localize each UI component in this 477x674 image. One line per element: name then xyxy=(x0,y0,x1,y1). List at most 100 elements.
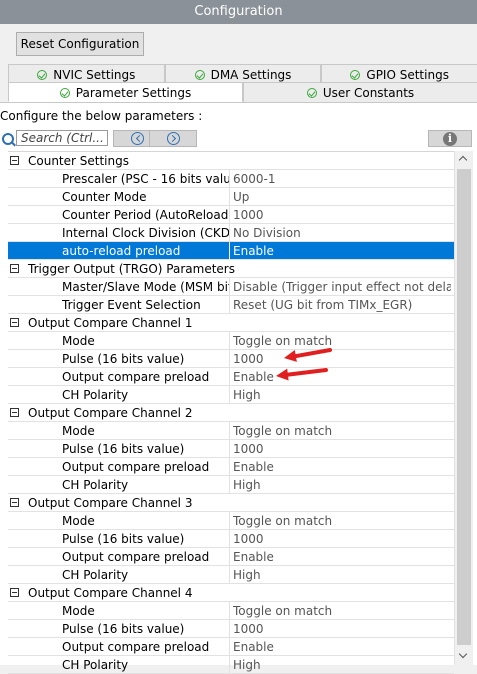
parameter-value[interactable]: High xyxy=(233,386,451,404)
table-row[interactable]: Prescaler (PSC - 16 bits value) 6000-1 xyxy=(8,170,454,188)
group-row[interactable]: Counter Settings xyxy=(8,152,454,170)
reset-configuration-button[interactable]: Reset Configuration xyxy=(16,32,144,56)
group-label: Output Compare Channel 4 xyxy=(28,586,193,600)
parameter-label: Mode xyxy=(8,512,230,530)
parameter-value[interactable]: High xyxy=(233,656,451,674)
parameter-label: CH Polarity xyxy=(8,476,230,494)
table-row[interactable]: Pulse (16 bits value) 1000 xyxy=(8,620,454,638)
parameter-value[interactable]: 1000 xyxy=(233,620,451,638)
group-row[interactable]: Output Compare Channel 2 xyxy=(8,404,454,422)
tab-nvic-settings[interactable]: NVIC Settings xyxy=(8,64,165,82)
parameter-value[interactable]: 1000 xyxy=(233,206,451,224)
info-button[interactable]: i xyxy=(428,130,472,147)
parameter-label: Mode xyxy=(8,422,230,440)
search-icon xyxy=(2,133,14,145)
table-row[interactable]: Trigger Event Selection Reset (UG bit fro… xyxy=(8,296,454,314)
parameter-value[interactable]: No Division xyxy=(233,224,451,242)
group-row[interactable]: Trigger Output (TRGO) Parameters xyxy=(8,260,454,278)
group-label: Output Compare Channel 1 xyxy=(28,316,193,330)
table-row[interactable]: Internal Clock Division (CKD) No Division xyxy=(8,224,454,242)
table-row[interactable]: CH Polarity High xyxy=(8,656,454,674)
red-arrow-head xyxy=(276,368,289,381)
group-label: Trigger Output (TRGO) Parameters xyxy=(28,262,235,276)
parameter-value[interactable]: Toggle on match xyxy=(233,602,451,620)
parameter-table: Counter Settings Prescaler (PSC - 16 bits… xyxy=(8,151,454,674)
parameter-label: Trigger Event Selection xyxy=(8,296,230,314)
parameter-value[interactable]: Enable xyxy=(233,242,451,260)
parameter-value[interactable]: Toggle on match xyxy=(233,512,451,530)
info-icon: i xyxy=(443,132,457,146)
tab-label: DMA Settings xyxy=(210,68,292,82)
table-row[interactable]: Counter Period (AutoReload Reg...1000 xyxy=(8,206,454,224)
search-next-button[interactable] xyxy=(149,130,197,147)
table-row[interactable]: Pulse (16 bits value) 1000 xyxy=(8,440,454,458)
parameter-value[interactable]: Enable xyxy=(233,638,451,656)
parameter-value[interactable]: Toggle on match xyxy=(233,332,451,350)
tab-user-constants[interactable]: User Constants xyxy=(243,82,477,102)
parameter-value[interactable]: High xyxy=(233,476,451,494)
group-row[interactable]: Output Compare Channel 4 xyxy=(8,584,454,602)
group-row[interactable]: Output Compare Channel 1 xyxy=(8,314,454,332)
parameter-value[interactable]: Toggle on match xyxy=(233,422,451,440)
check-circle-icon xyxy=(350,70,361,80)
tab-dma-settings[interactable]: DMA Settings xyxy=(164,64,322,82)
parameter-value[interactable]: 6000-1 xyxy=(233,170,451,188)
parameter-label: Mode xyxy=(8,332,230,350)
search-input[interactable] xyxy=(16,130,108,146)
parameter-value[interactable]: Reset (UG bit from TIMx_EGR) xyxy=(233,296,451,314)
parameter-label: Output compare preload xyxy=(8,368,230,386)
table-row[interactable]: Mode Toggle on match xyxy=(8,332,454,350)
tab-parameter-settings[interactable]: Parameter Settings xyxy=(8,82,243,102)
parameter-label: Mode xyxy=(8,602,230,620)
tab-label: GPIO Settings xyxy=(366,68,449,82)
parameter-panel: Configure the below parameters : i Count… xyxy=(0,102,477,674)
group-label: Output Compare Channel 2 xyxy=(28,406,193,420)
scroll-up-icon[interactable] xyxy=(455,151,473,167)
parameter-label: Pulse (16 bits value) xyxy=(8,350,230,368)
parameter-label: CH Polarity xyxy=(8,656,230,674)
table-row[interactable]: Output compare preload Enable xyxy=(8,638,454,656)
parameter-label: Output compare preload xyxy=(8,548,230,566)
chevron-right-icon xyxy=(167,132,180,145)
parameter-label: CH Polarity xyxy=(8,566,230,584)
scroll-thumb[interactable] xyxy=(457,169,471,645)
table-row[interactable]: auto-reload preload Enable xyxy=(8,242,454,260)
table-row[interactable]: Pulse (16 bits value) 1000 xyxy=(8,350,454,368)
table-row[interactable]: Output compare preload Enable xyxy=(8,368,454,386)
table-row[interactable]: Mode Toggle on match xyxy=(8,512,454,530)
parameter-value[interactable]: 1000 xyxy=(233,530,451,548)
parameter-value[interactable]: Up xyxy=(233,188,451,206)
table-row[interactable]: CH Polarity High xyxy=(8,566,454,584)
annotation-arrows xyxy=(276,348,332,381)
table-row[interactable]: Mode Toggle on match xyxy=(8,422,454,440)
parameter-label: Pulse (16 bits value) xyxy=(8,620,230,638)
vertical-scrollbar[interactable] xyxy=(454,151,473,665)
parameter-value[interactable]: 1000 xyxy=(233,350,451,368)
scroll-down-icon[interactable] xyxy=(455,649,473,665)
table-row[interactable]: Counter Mode Up xyxy=(8,188,454,206)
tabs-top-row: NVIC Settings DMA Settings GPIO Settings xyxy=(8,64,477,82)
table-row[interactable]: Output compare preload Enable xyxy=(8,458,454,476)
tab-gpio-settings[interactable]: GPIO Settings xyxy=(321,64,477,82)
tab-label: Parameter Settings xyxy=(75,86,192,100)
table-row[interactable]: Mode Toggle on match xyxy=(8,602,454,620)
group-row[interactable]: Output Compare Channel 3 xyxy=(8,494,454,512)
parameter-value[interactable]: High xyxy=(233,566,451,584)
tabs-bottom-row: Parameter Settings User Constants xyxy=(8,82,477,102)
parameter-label: Prescaler (PSC - 16 bits value) xyxy=(8,170,230,188)
parameter-value[interactable]: Enable xyxy=(233,458,451,476)
check-circle-icon xyxy=(37,70,48,80)
table-row[interactable]: CH Polarity High xyxy=(8,476,454,494)
parameter-value[interactable]: Disable (Trigger input effect not delaye… xyxy=(233,278,451,296)
table-row[interactable]: CH Polarity High xyxy=(8,386,454,404)
check-circle-icon xyxy=(306,88,317,98)
parameter-label: Internal Clock Division (CKD) xyxy=(8,224,230,242)
table-row[interactable]: Output compare preload Enable xyxy=(8,548,454,566)
parameter-value[interactable]: 1000 xyxy=(233,440,451,458)
configure-label: Configure the below parameters : xyxy=(0,109,203,123)
table-row[interactable]: Master/Slave Mode (MSM bit) Disable (Trig… xyxy=(8,278,454,296)
parameter-value[interactable]: Enable xyxy=(233,548,451,566)
table-row[interactable]: Pulse (16 bits value) 1000 xyxy=(8,530,454,548)
parameter-value[interactable]: Enable xyxy=(233,368,451,386)
red-arrow-head xyxy=(284,350,297,362)
